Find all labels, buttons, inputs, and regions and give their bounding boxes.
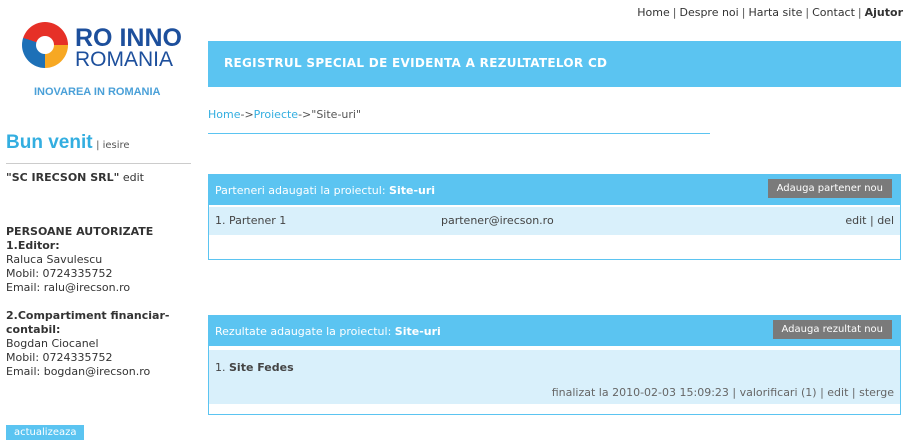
- results-panel-header: Rezultate adaugate la proiectul: Site-ur…: [209, 316, 900, 346]
- company-edit-link[interactable]: edit: [123, 171, 144, 184]
- finance-name: Bogdan Ciocanel: [6, 337, 99, 350]
- results-panel: Rezultate adaugate la proiectul: Site-ur…: [208, 315, 901, 415]
- partner-name: 1. Partener 1: [215, 214, 287, 227]
- result-status-actions[interactable]: finalizat la 2010-02-03 15:09:23 | valor…: [552, 386, 894, 399]
- logout-link[interactable]: | iesire: [96, 140, 130, 151]
- result-index: 1.: [215, 361, 226, 374]
- result-title[interactable]: 1. Site Fedes: [215, 361, 294, 374]
- welcome-text: Bun venit: [6, 132, 93, 153]
- breadcrumb: Home->Proiecte->"Site-uri": [208, 108, 361, 121]
- add-partner-button[interactable]: Adauga partener nou: [767, 179, 892, 198]
- page-banner: REGISTRUL SPECIAL DE EVIDENTA A REZULTAT…: [208, 41, 901, 87]
- partners-panel-header: Parteneri adaugati la proiectul: Site-ur…: [209, 175, 900, 205]
- partners-title-prefix: Parteneri adaugati la proiectul:: [215, 184, 390, 197]
- partners-project-name: Site-uri: [389, 184, 436, 197]
- editor-heading: 1.Editor:: [6, 239, 60, 252]
- table-row: 1. Site Fedes finalizat la 2010-02-03 15…: [209, 350, 900, 404]
- breadcrumb-divider: [208, 133, 710, 134]
- finance-phone: Mobil: 0724335752: [6, 351, 113, 364]
- logo-mark-icon: [22, 22, 68, 68]
- partners-panel-title: Parteneri adaugati la proiectul: Site-ur…: [215, 184, 435, 197]
- authorized-heading: PERSOANE AUTORIZATE: [6, 225, 154, 238]
- authorized-persons: PERSOANE AUTORIZATE 1.Editor: Raluca Sav…: [6, 225, 201, 379]
- logo-tagline: INOVAREA IN ROMANIA: [34, 86, 161, 98]
- company-name: "SC IRECSON SRL": [6, 171, 120, 184]
- results-title-prefix: Rezultate adaugate la proiectul:: [215, 325, 395, 338]
- breadcrumb-projects[interactable]: Proiecte: [254, 108, 298, 121]
- editor-email: Email: ralu@irecson.ro: [6, 281, 131, 294]
- sidebar: RO INNO ROMANIA INOVAREA IN ROMANIA Bun …: [0, 0, 205, 440]
- welcome-block: Bun venit | iesire: [6, 132, 130, 154]
- add-result-button[interactable]: Adauga rezultat nou: [772, 320, 892, 339]
- table-row: 1. Partener 1 partener@irecson.ro edit |…: [209, 207, 900, 235]
- results-project-name: Site-uri: [394, 325, 441, 338]
- logo-title-line2: ROMANIA: [75, 48, 174, 71]
- breadcrumb-arrow: ->: [240, 108, 254, 121]
- editor-phone: Mobil: 0724335752: [6, 267, 113, 280]
- results-panel-title: Rezultate adaugate la proiectul: Site-ur…: [215, 325, 441, 338]
- breadcrumb-current: "Site-uri": [311, 108, 362, 121]
- partner-email: partener@irecson.ro: [441, 214, 554, 227]
- finance-email: Email: bogdan@irecson.ro: [6, 365, 151, 378]
- partner-actions[interactable]: edit | del: [845, 214, 894, 227]
- finance-heading: 2.Compartiment financiar-contabil:: [6, 309, 170, 336]
- editor-name: Raluca Savulescu: [6, 253, 103, 266]
- company-block: "SC IRECSON SRL" edit: [6, 171, 144, 184]
- partners-panel: Parteneri adaugati la proiectul: Site-ur…: [208, 174, 901, 260]
- site-logo[interactable]: RO INNO ROMANIA INOVAREA IN ROMANIA: [22, 22, 202, 102]
- breadcrumb-home[interactable]: Home: [208, 108, 240, 121]
- result-name: Site Fedes: [229, 361, 294, 374]
- main-content: REGISTRUL SPECIAL DE EVIDENTA A REZULTAT…: [208, 0, 909, 438]
- page-title: REGISTRUL SPECIAL DE EVIDENTA A REZULTAT…: [224, 56, 608, 70]
- sidebar-divider: [6, 163, 191, 164]
- breadcrumb-arrow: ->: [298, 108, 312, 121]
